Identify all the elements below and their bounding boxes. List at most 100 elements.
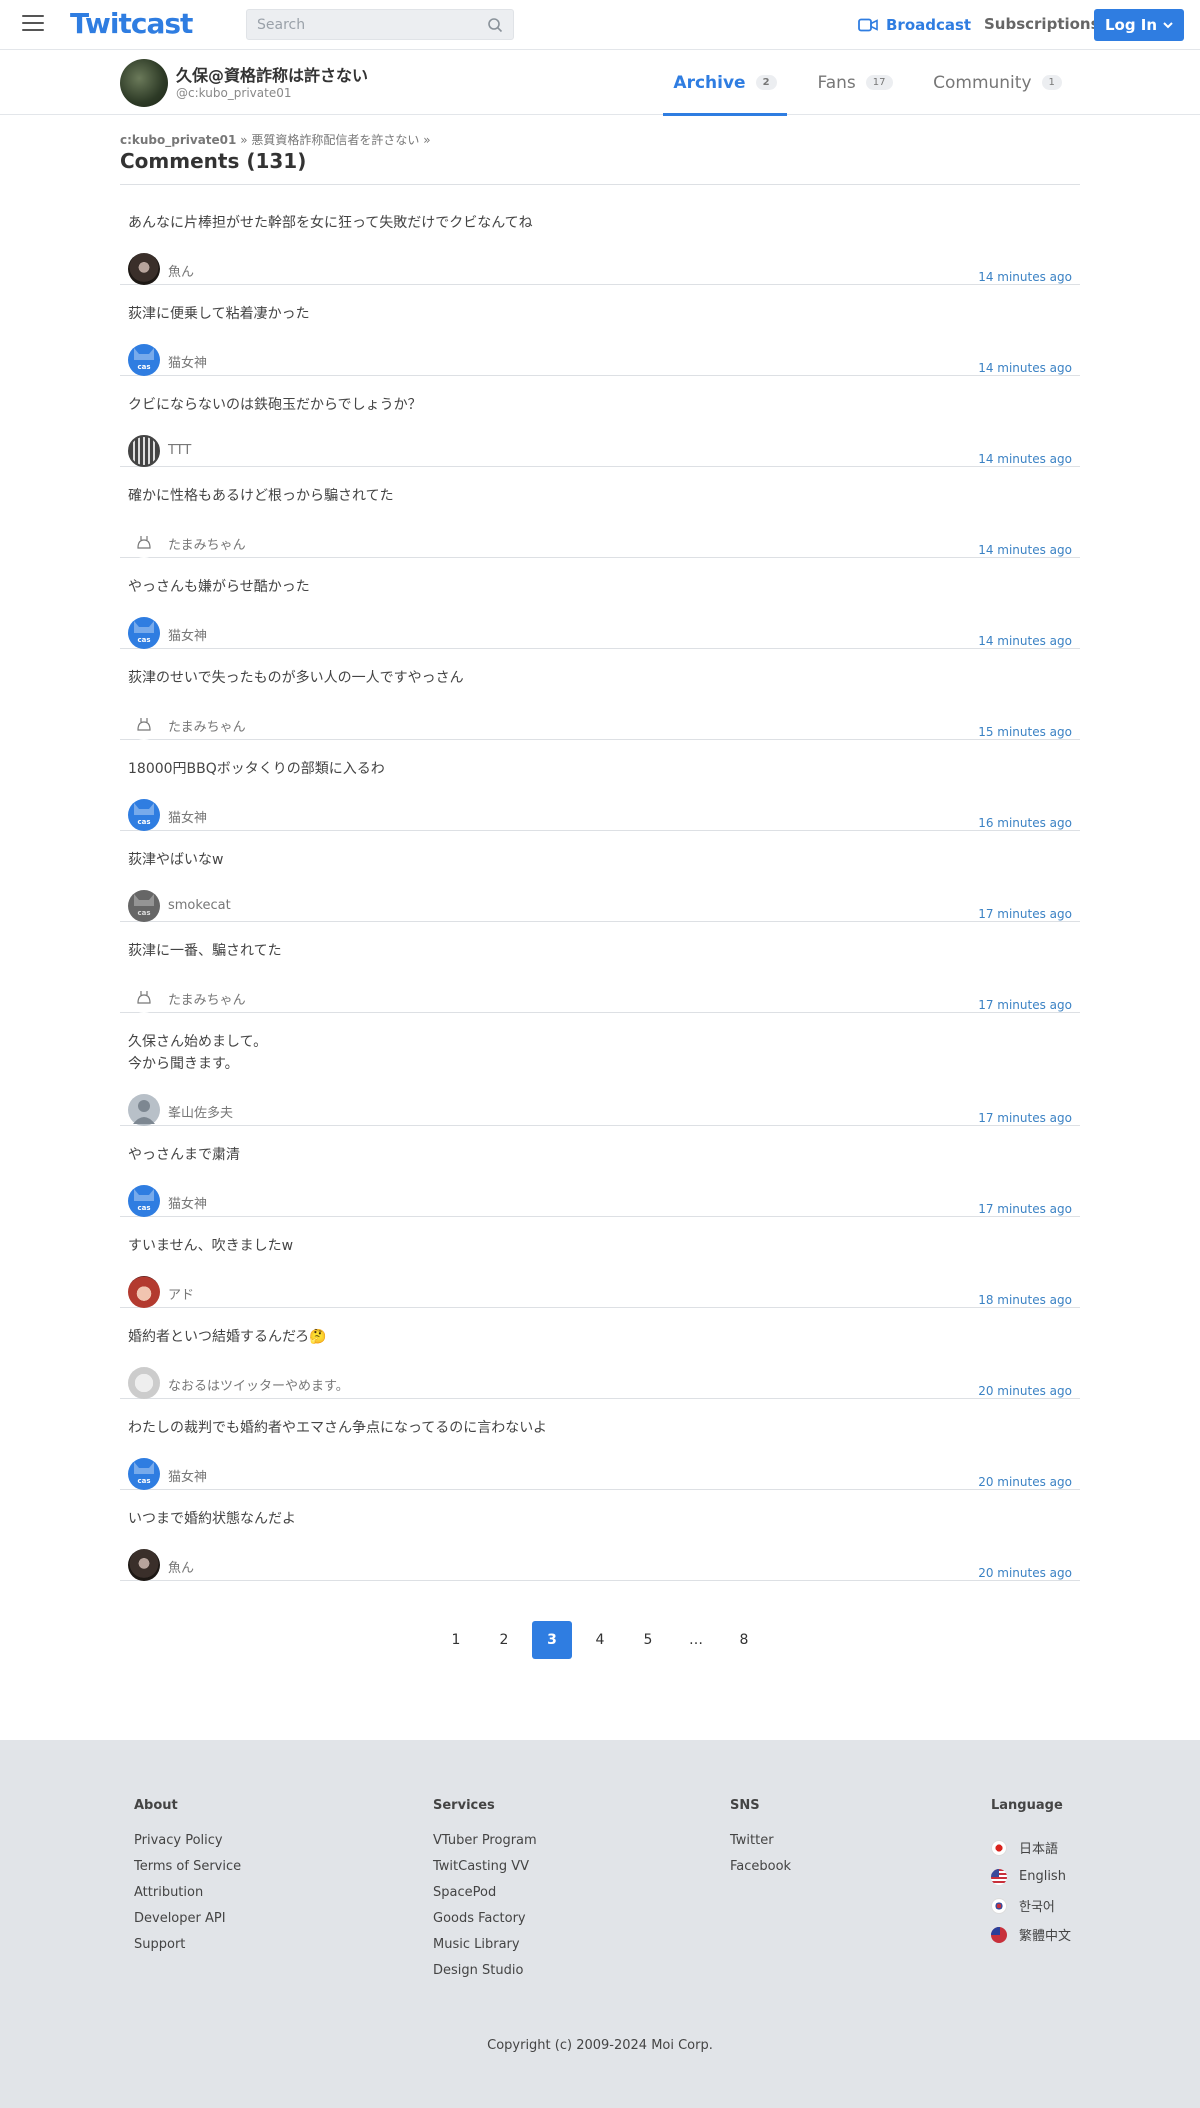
count-badge: 2 xyxy=(755,75,777,90)
comment-timestamp[interactable]: 20 minutes ago xyxy=(978,1384,1072,1398)
subscriptions-link[interactable]: Subscriptions xyxy=(984,15,1100,33)
ttt-avatar[interactable] xyxy=(128,435,160,467)
search-input[interactable]: Search xyxy=(246,9,514,40)
comment-timestamp[interactable]: 14 minutes ago xyxy=(978,634,1072,648)
comment-text: やっさんまで粛清 xyxy=(128,1147,240,1163)
cat-avatar[interactable]: cas xyxy=(128,1458,160,1490)
tab-community[interactable]: Community 1 xyxy=(925,50,1070,115)
comment-text: クビにならないのは鉄砲玉だからでしょうか？ xyxy=(128,397,422,413)
tab-fans[interactable]: Fans 17 xyxy=(800,50,910,115)
comment-timestamp[interactable]: 18 minutes ago xyxy=(978,1293,1072,1307)
language-option-ja[interactable]: 日本語 xyxy=(991,1833,1071,1862)
comment-timestamp[interactable]: 20 minutes ago xyxy=(978,1475,1072,1489)
footer-heading: Services xyxy=(433,1798,495,1813)
comment-timestamp[interactable]: 20 minutes ago xyxy=(978,1566,1072,1580)
footer-link[interactable]: Privacy Policy xyxy=(134,1833,241,1859)
footer-link[interactable]: Support xyxy=(134,1937,241,1963)
comment-timestamp[interactable]: 14 minutes ago xyxy=(978,361,1072,375)
comment-user-name[interactable]: たまみちゃん xyxy=(168,989,246,1008)
nao-avatar[interactable] xyxy=(128,1367,160,1399)
tab-archive[interactable]: Archive 2 xyxy=(663,50,787,116)
footer-link[interactable]: Developer API xyxy=(134,1911,241,1937)
footer-link[interactable]: Terms of Service xyxy=(134,1859,241,1885)
page-button[interactable]: 5 xyxy=(628,1621,668,1659)
page-button[interactable]: 3 xyxy=(532,1621,572,1659)
tama-avatar[interactable] xyxy=(128,708,160,740)
comment-timestamp[interactable]: 14 minutes ago xyxy=(978,543,1072,557)
comment-user-name[interactable]: 魚ん xyxy=(168,1557,194,1576)
footer-sns-column: SNS Twitter Facebook xyxy=(730,1798,791,1885)
comment-user-name[interactable]: 猫女神 xyxy=(168,1466,207,1485)
comment-item: クビにならないのは鉄砲玉だからでしょうか？ TTT 14 minutes ago xyxy=(120,376,1080,467)
language-option-ko[interactable]: 한국어 xyxy=(991,1891,1071,1920)
comment-text: 荻津やばいなw xyxy=(128,852,224,868)
comment-timestamp[interactable]: 14 minutes ago xyxy=(978,452,1072,466)
comment-item: 荻津やばいなw cas smokecat 17 minutes ago xyxy=(120,831,1080,922)
default-person-avatar[interactable] xyxy=(128,1094,160,1126)
svg-text:cas: cas xyxy=(137,1477,150,1485)
comment-user-name[interactable]: 猫女神 xyxy=(168,1193,207,1212)
page-button[interactable]: 4 xyxy=(580,1621,620,1659)
menu-icon[interactable] xyxy=(22,15,44,33)
tama-avatar[interactable] xyxy=(128,981,160,1013)
comment-timestamp[interactable]: 17 minutes ago xyxy=(978,907,1072,921)
user-handle: @c:kubo_private01 xyxy=(176,86,292,100)
footer-link[interactable]: TwitCasting VV xyxy=(433,1859,537,1885)
search-icon[interactable] xyxy=(487,17,503,33)
fish-avatar[interactable] xyxy=(128,1549,160,1581)
comment-user-name[interactable]: 猫女神 xyxy=(168,352,207,371)
fish-avatar[interactable] xyxy=(128,253,160,285)
svg-text:cas: cas xyxy=(137,636,150,644)
footer-link[interactable]: Goods Factory xyxy=(433,1911,537,1937)
page-button[interactable]: 8 xyxy=(724,1621,764,1659)
comment-timestamp[interactable]: 15 minutes ago xyxy=(978,725,1072,739)
broadcast-button[interactable]: Broadcast xyxy=(858,15,971,35)
footer-link[interactable]: SpacePod xyxy=(433,1885,537,1911)
comment-user-name[interactable]: なおるはツイッターやめます。 xyxy=(168,1375,349,1394)
comment-timestamp[interactable]: 16 minutes ago xyxy=(978,816,1072,830)
footer-link[interactable]: Attribution xyxy=(134,1885,241,1911)
language-option-en[interactable]: English xyxy=(991,1862,1071,1891)
comment-timestamp[interactable]: 17 minutes ago xyxy=(978,998,1072,1012)
twitcast-logo[interactable]: Twitcast xyxy=(70,7,193,40)
smokecat-avatar[interactable]: cas xyxy=(128,890,160,922)
footer-link[interactable]: Facebook xyxy=(730,1859,791,1885)
comment-timestamp[interactable]: 17 minutes ago xyxy=(978,1111,1072,1125)
copyright: Copyright (c) 2009-2024 Moi Corp. xyxy=(487,2038,713,2053)
comment-user-name[interactable]: 猫女神 xyxy=(168,807,207,826)
comment-timestamp[interactable]: 17 minutes ago xyxy=(978,1202,1072,1216)
breadcrumb-user-link[interactable]: c:kubo_private01 xyxy=(120,133,236,147)
page-button[interactable]: 2 xyxy=(484,1621,524,1659)
chevron-down-icon xyxy=(1163,22,1173,29)
language-option-zh-tw[interactable]: 繁體中文 xyxy=(991,1920,1071,1949)
footer-link[interactable]: Twitter xyxy=(730,1833,791,1859)
comment-user-name[interactable]: smokecat xyxy=(168,898,231,913)
breadcrumb-movie-link[interactable]: 悪質資格詐称配信者を許さない xyxy=(251,133,419,147)
comment-text: 婚約者といつ結婚するんだろ🤔 xyxy=(128,1329,327,1345)
comment-item: 荻津のせいで失ったものが多い人の一人ですやっさん たまみちゃん 15 minutes… xyxy=(120,649,1080,740)
comment-user-name[interactable]: 猫女神 xyxy=(168,625,207,644)
comment-user-name[interactable]: たまみちゃん xyxy=(168,534,246,553)
user-name[interactable]: 久保@資格詐称は許さない xyxy=(176,62,368,86)
login-button[interactable]: Log In xyxy=(1094,9,1184,41)
footer-link[interactable]: Design Studio xyxy=(433,1963,537,1989)
footer-link[interactable]: VTuber Program xyxy=(433,1833,537,1859)
cat-avatar[interactable]: cas xyxy=(128,617,160,649)
footer-link[interactable]: Music Library xyxy=(433,1937,537,1963)
cat-avatar[interactable]: cas xyxy=(128,799,160,831)
comment-user-name[interactable]: 峯山佐多夫 xyxy=(168,1102,233,1121)
tama-avatar[interactable] xyxy=(128,526,160,558)
cat-avatar[interactable]: cas xyxy=(128,344,160,376)
cat-avatar[interactable]: cas xyxy=(128,1185,160,1217)
user-avatar[interactable] xyxy=(120,59,168,107)
comment-user-name[interactable]: 魚ん xyxy=(168,261,194,280)
count-badge: 1 xyxy=(1041,75,1062,90)
page-button[interactable]: 1 xyxy=(436,1621,476,1659)
ado-avatar[interactable] xyxy=(128,1276,160,1308)
tab-label: Fans xyxy=(817,72,856,93)
language-label: 한국어 xyxy=(1019,1900,1055,1915)
comment-timestamp[interactable]: 14 minutes ago xyxy=(978,270,1072,284)
comment-user-name[interactable]: アド xyxy=(168,1284,194,1303)
comment-user-name[interactable]: TTT xyxy=(168,443,191,458)
comment-user-name[interactable]: たまみちゃん xyxy=(168,716,246,735)
